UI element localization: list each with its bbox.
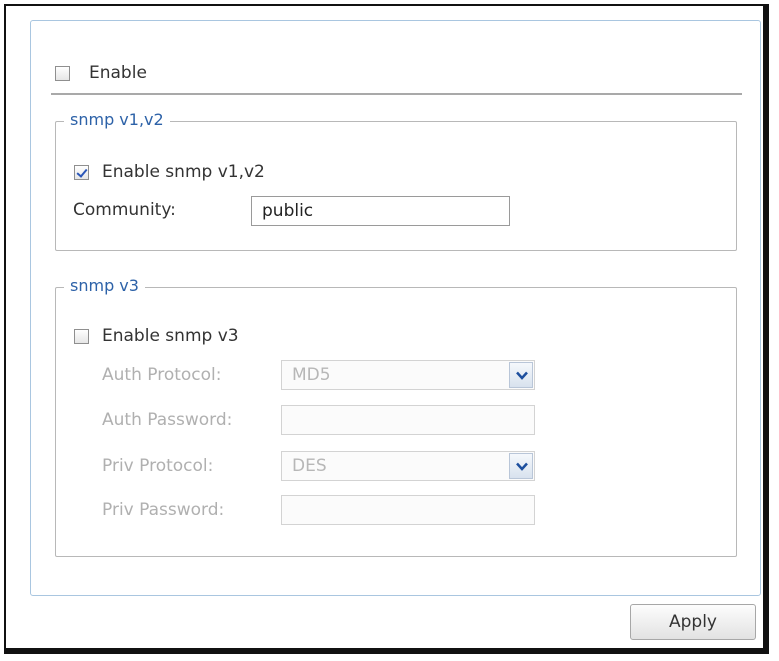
chevron-down-icon[interactable]: [509, 453, 533, 479]
apply-button[interactable]: Apply: [630, 604, 756, 640]
enable-snmp-v1v2-checkbox[interactable]: [74, 165, 89, 180]
enable-checkbox[interactable]: [55, 66, 70, 81]
divider: [51, 93, 742, 95]
auth-protocol-label: Auth Protocol:: [102, 365, 222, 385]
snmp-v1v2-legend: snmp v1,v2: [64, 110, 170, 130]
priv-protocol-select[interactable]: DES: [281, 451, 535, 481]
priv-password-input[interactable]: [281, 495, 535, 525]
auth-password-input[interactable]: [281, 405, 535, 435]
snmp-v3-group: snmp v3 Enable snmp v3 Auth Protocol: MD…: [55, 276, 737, 557]
community-label: Community:: [73, 200, 176, 220]
snmp-v1v2-group: snmp v1,v2 Enable snmp v1,v2 Community: …: [55, 110, 737, 251]
auth-protocol-value: MD5: [292, 365, 331, 385]
snmp-settings-panel: Enable snmp v1,v2 Enable snmp v1,v2 Comm…: [30, 20, 761, 596]
snmp-v3-legend: snmp v3: [64, 276, 145, 296]
priv-protocol-label: Priv Protocol:: [102, 456, 214, 476]
auth-password-label: Auth Password:: [102, 410, 233, 430]
community-input[interactable]: public: [251, 196, 510, 226]
enable-snmp-v1v2-label: Enable snmp v1,v2: [102, 162, 265, 182]
window-frame: Enable snmp v1,v2 Enable snmp v1,v2 Comm…: [4, 4, 769, 654]
chevron-down-icon[interactable]: [509, 362, 533, 388]
enable-snmp-v3-label: Enable snmp v3: [102, 326, 239, 346]
auth-protocol-select[interactable]: MD5: [281, 360, 535, 390]
priv-password-label: Priv Password:: [102, 500, 225, 520]
enable-label: Enable: [89, 63, 147, 83]
priv-protocol-value: DES: [292, 456, 327, 476]
enable-snmp-v3-checkbox[interactable]: [74, 329, 89, 344]
